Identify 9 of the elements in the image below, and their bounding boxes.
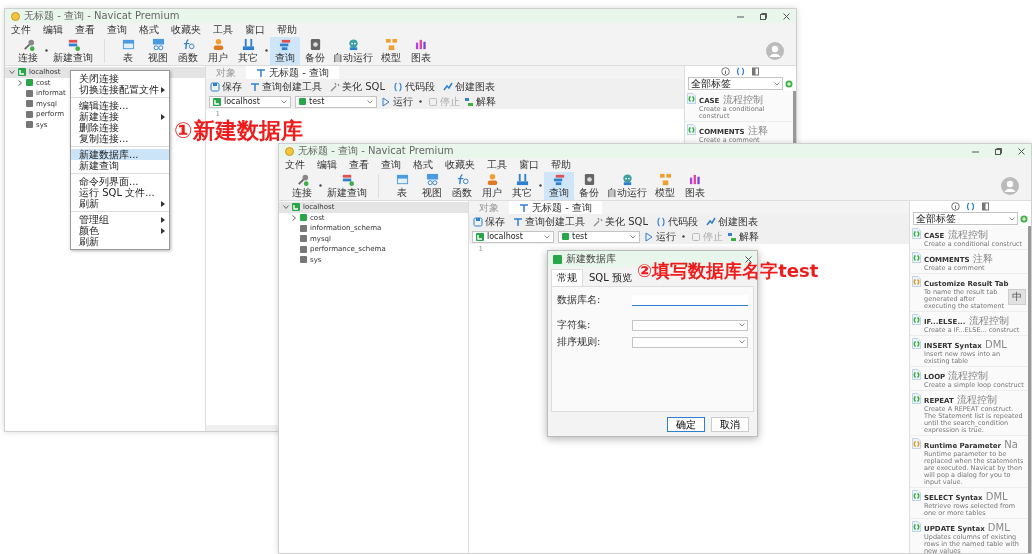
window-title: 无标题 - 查询 - Navicat Premium bbox=[24, 10, 180, 22]
window-title: 无标题 - 查询 - Navicat Premium bbox=[298, 145, 454, 157]
field-label: 排序规则: bbox=[557, 335, 601, 349]
field-label: 字符集: bbox=[557, 318, 591, 332]
ime-indicator: 中 bbox=[1008, 288, 1026, 305]
annotation: ①新建数据库 bbox=[174, 120, 303, 142]
dialog-title: 新建数据库 bbox=[566, 252, 616, 266]
annotation: ②填写数据库名字test bbox=[637, 262, 819, 280]
field-label: 数据库名: bbox=[557, 293, 601, 307]
